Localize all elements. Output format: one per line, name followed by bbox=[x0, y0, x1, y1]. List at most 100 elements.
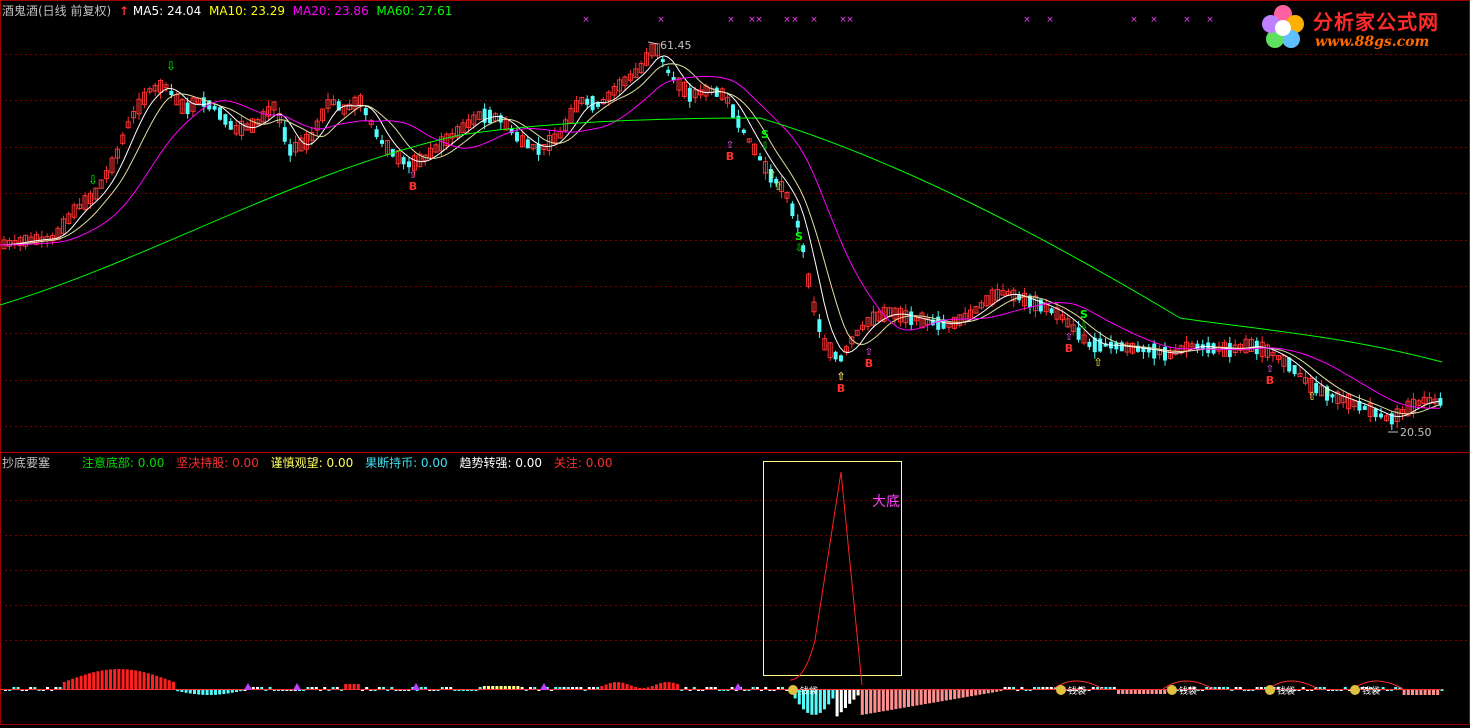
up-arrow-icon: ⇧ bbox=[767, 168, 776, 181]
histogram-bar bbox=[634, 686, 637, 689]
histogram-bar bbox=[344, 684, 348, 689]
histogram-bar bbox=[961, 689, 965, 698]
histogram-bar bbox=[676, 684, 679, 689]
ma10-value: MA10: 23.29 bbox=[208, 4, 286, 18]
flower-icon bbox=[1262, 5, 1304, 48]
histogram-bar bbox=[348, 684, 352, 689]
histogram-bar bbox=[730, 687, 734, 689]
histogram-bar bbox=[587, 687, 591, 689]
histogram-bar bbox=[163, 678, 167, 689]
histogram-bar bbox=[1049, 687, 1053, 689]
histogram-bar bbox=[1255, 687, 1259, 689]
buy-arrow-icon: ⇧ bbox=[865, 347, 873, 358]
money-bag-icon bbox=[1167, 685, 1177, 695]
sell-signal: S bbox=[795, 230, 803, 243]
money-bag-icon bbox=[1265, 685, 1275, 695]
histogram-bar bbox=[608, 683, 612, 689]
histogram-bar bbox=[1091, 687, 1095, 689]
histogram-bar bbox=[953, 689, 957, 700]
stock-chart[interactable]: × × × × × × × × × × × × × × × ×61.4520.50B⇧B⇧B⇧B⇧ B⇧B⇧S⇩… bbox=[0, 0, 1470, 725]
histogram-bar bbox=[520, 687, 524, 689]
histogram-bar bbox=[650, 685, 654, 689]
histogram-bar bbox=[167, 680, 171, 689]
histogram-bar bbox=[516, 686, 520, 689]
histogram-bar bbox=[923, 689, 927, 705]
histogram-bar bbox=[562, 687, 566, 689]
histogram-bar bbox=[1259, 687, 1263, 689]
up-arrow-icon: ⇧ bbox=[1323, 386, 1332, 399]
histogram-bar bbox=[1213, 687, 1217, 689]
candle-body bbox=[731, 104, 735, 118]
money-bag-label: 钱袋 bbox=[800, 685, 818, 697]
histogram-bar bbox=[764, 687, 768, 689]
histogram-bar bbox=[331, 687, 335, 689]
candle-body bbox=[839, 355, 843, 362]
candle-body bbox=[1287, 357, 1292, 372]
histogram-bar bbox=[482, 686, 486, 689]
histogram-bar bbox=[865, 689, 868, 715]
price-panel-header: 酒鬼酒(日线 前复权) ↑ MA5: 24.04 MA10: 23.29 MA2… bbox=[2, 2, 452, 19]
histogram-bar bbox=[478, 687, 482, 689]
histogram-bar bbox=[306, 687, 310, 689]
candle-body bbox=[407, 161, 411, 168]
candle-body bbox=[1098, 338, 1103, 352]
sell-signal: S bbox=[761, 128, 769, 141]
purple-triangle-icon bbox=[244, 683, 252, 690]
up-arrow-icon: ⇧ bbox=[773, 180, 782, 193]
ma20-line bbox=[0, 75, 1440, 409]
histogram-bar bbox=[440, 687, 444, 689]
candle-body bbox=[525, 139, 530, 149]
indicator-value-hold: 坚决持股: 0.00 bbox=[176, 456, 259, 470]
buy-arrow-icon: ⇧ bbox=[409, 170, 417, 181]
histogram-bar bbox=[67, 680, 70, 689]
histogram-bar bbox=[390, 687, 394, 689]
histogram-bar bbox=[1112, 687, 1116, 689]
histogram-bar bbox=[151, 674, 154, 689]
histogram-bar bbox=[1301, 687, 1305, 689]
histogram-bar bbox=[965, 689, 969, 697]
histogram-bar bbox=[898, 689, 902, 709]
up-arrow-icon: ⇧ bbox=[836, 370, 845, 383]
buy-arrow-icon: ⇧ bbox=[726, 140, 734, 151]
cross-marker: × bbox=[791, 15, 799, 25]
candle-body bbox=[909, 311, 914, 325]
money-bag-label: 钱袋 bbox=[1277, 685, 1295, 697]
histogram-bar bbox=[125, 669, 129, 689]
histogram-bar bbox=[134, 670, 138, 689]
candle-body bbox=[1254, 340, 1259, 355]
histogram-bar bbox=[818, 689, 822, 713]
histogram-bar bbox=[928, 689, 931, 704]
sell-arrow-icon: ⇩ bbox=[166, 59, 176, 73]
candle-body bbox=[1163, 346, 1167, 361]
histogram-bar bbox=[1226, 687, 1230, 689]
histogram-bar bbox=[831, 689, 835, 699]
stock-title: 酒鬼酒(日线 前复权) bbox=[2, 4, 112, 18]
histogram-bar bbox=[382, 687, 385, 689]
candle-body bbox=[488, 109, 492, 124]
candle-body bbox=[223, 114, 228, 125]
histogram-bar bbox=[487, 686, 490, 689]
big-bottom-label: 大底 bbox=[872, 494, 900, 510]
candle-body bbox=[185, 102, 190, 115]
histogram-bar bbox=[844, 689, 847, 708]
purple-triangle-icon bbox=[540, 683, 548, 690]
purple-triangle-icon bbox=[293, 683, 301, 690]
buy-signal: B bbox=[409, 180, 417, 193]
histogram-bar bbox=[260, 687, 264, 689]
cross-marker: × bbox=[755, 15, 763, 25]
candle-body bbox=[1049, 308, 1054, 314]
histogram-bar bbox=[902, 689, 906, 708]
histogram-bar bbox=[495, 686, 499, 689]
histogram-bar bbox=[1045, 687, 1049, 689]
histogram-bar bbox=[251, 687, 255, 689]
histogram-bar bbox=[113, 669, 117, 689]
histogram-bar bbox=[1037, 687, 1041, 689]
histogram-bar bbox=[776, 687, 780, 689]
histogram-bar bbox=[554, 687, 558, 689]
histogram-bar bbox=[256, 687, 259, 689]
candle-body bbox=[169, 90, 174, 96]
histogram-bar bbox=[596, 687, 600, 689]
up-arrow-icon: ⇧ bbox=[1093, 356, 1102, 369]
histogram-bar bbox=[1322, 687, 1326, 689]
histogram-bar bbox=[1205, 687, 1209, 689]
